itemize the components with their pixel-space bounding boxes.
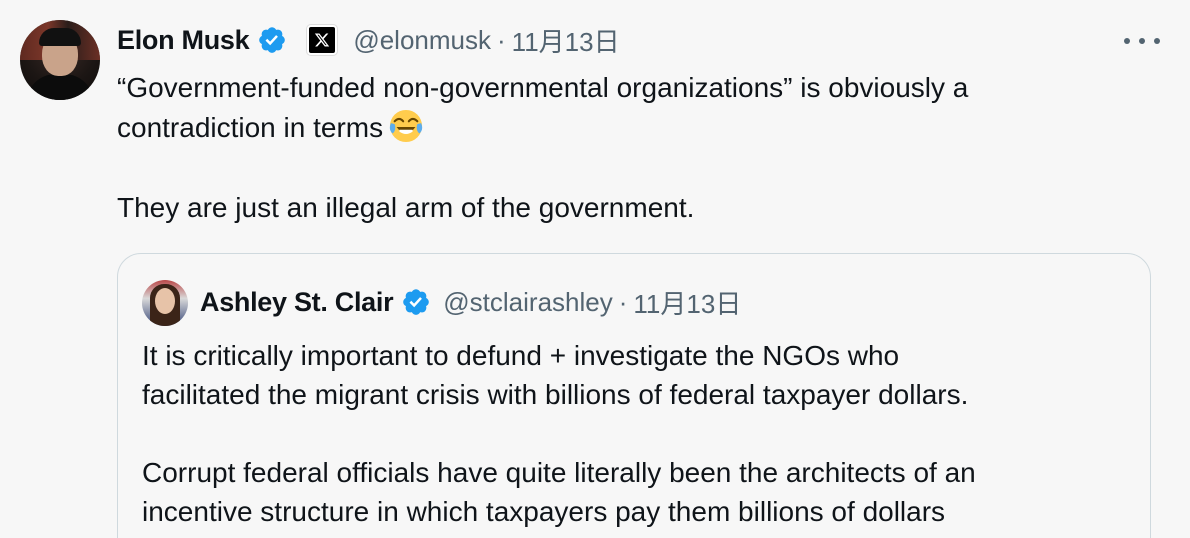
tweet-line: They are just an illegal arm of the gove…: [117, 192, 695, 223]
quoted-author-avatar[interactable]: [142, 280, 188, 326]
quoted-tweet-text: It is critically important to defund + i…: [142, 336, 1132, 531]
quoted-line: It is critically important to defund + i…: [142, 340, 900, 371]
author-name[interactable]: Elon Musk: [117, 25, 250, 56]
tweet-header: Elon Musk @elonmusk · 11月13日: [117, 20, 620, 60]
quoted-tweet-date[interactable]: 11月13日: [633, 284, 741, 321]
quoted-tweet[interactable]: Ashley St. Clair @stclairashley · 11月13日…: [117, 253, 1151, 538]
tweet-text: “Government-funded non-governmental orga…: [117, 68, 1157, 228]
separator-dot: ·: [497, 24, 506, 55]
quoted-line: Corrupt federal officials have quite lit…: [142, 457, 976, 488]
laughing-emoji-icon: [389, 109, 423, 143]
author-handle[interactable]: @elonmusk: [353, 25, 491, 56]
author-avatar[interactable]: [20, 20, 100, 100]
quoted-tweet-header: Ashley St. Clair @stclairashley · 11月13日: [200, 284, 741, 320]
tweet-line: contradiction in terms: [117, 108, 1157, 148]
verified-badge-icon[interactable]: [257, 25, 287, 55]
tweet[interactable]: Elon Musk @elonmusk · 11月13日 “Government…: [0, 0, 1190, 538]
tweet-line: “Government-funded non-governmental orga…: [117, 72, 969, 103]
quoted-line: incentive structure in which taxpayers p…: [142, 496, 946, 527]
more-options-icon[interactable]: [1124, 30, 1160, 52]
tweet-line-text: contradiction in terms: [117, 112, 384, 143]
separator-dot: ·: [618, 286, 628, 317]
quoted-author-name[interactable]: Ashley St. Clair: [200, 287, 394, 318]
verified-badge-icon[interactable]: [401, 287, 431, 317]
tweet-date[interactable]: 11月13日: [512, 22, 620, 59]
x-affiliation-icon[interactable]: [307, 25, 338, 55]
quoted-line: facilitated the migrant crisis with bill…: [142, 379, 969, 410]
quoted-author-handle[interactable]: @stclairashley: [443, 287, 612, 318]
